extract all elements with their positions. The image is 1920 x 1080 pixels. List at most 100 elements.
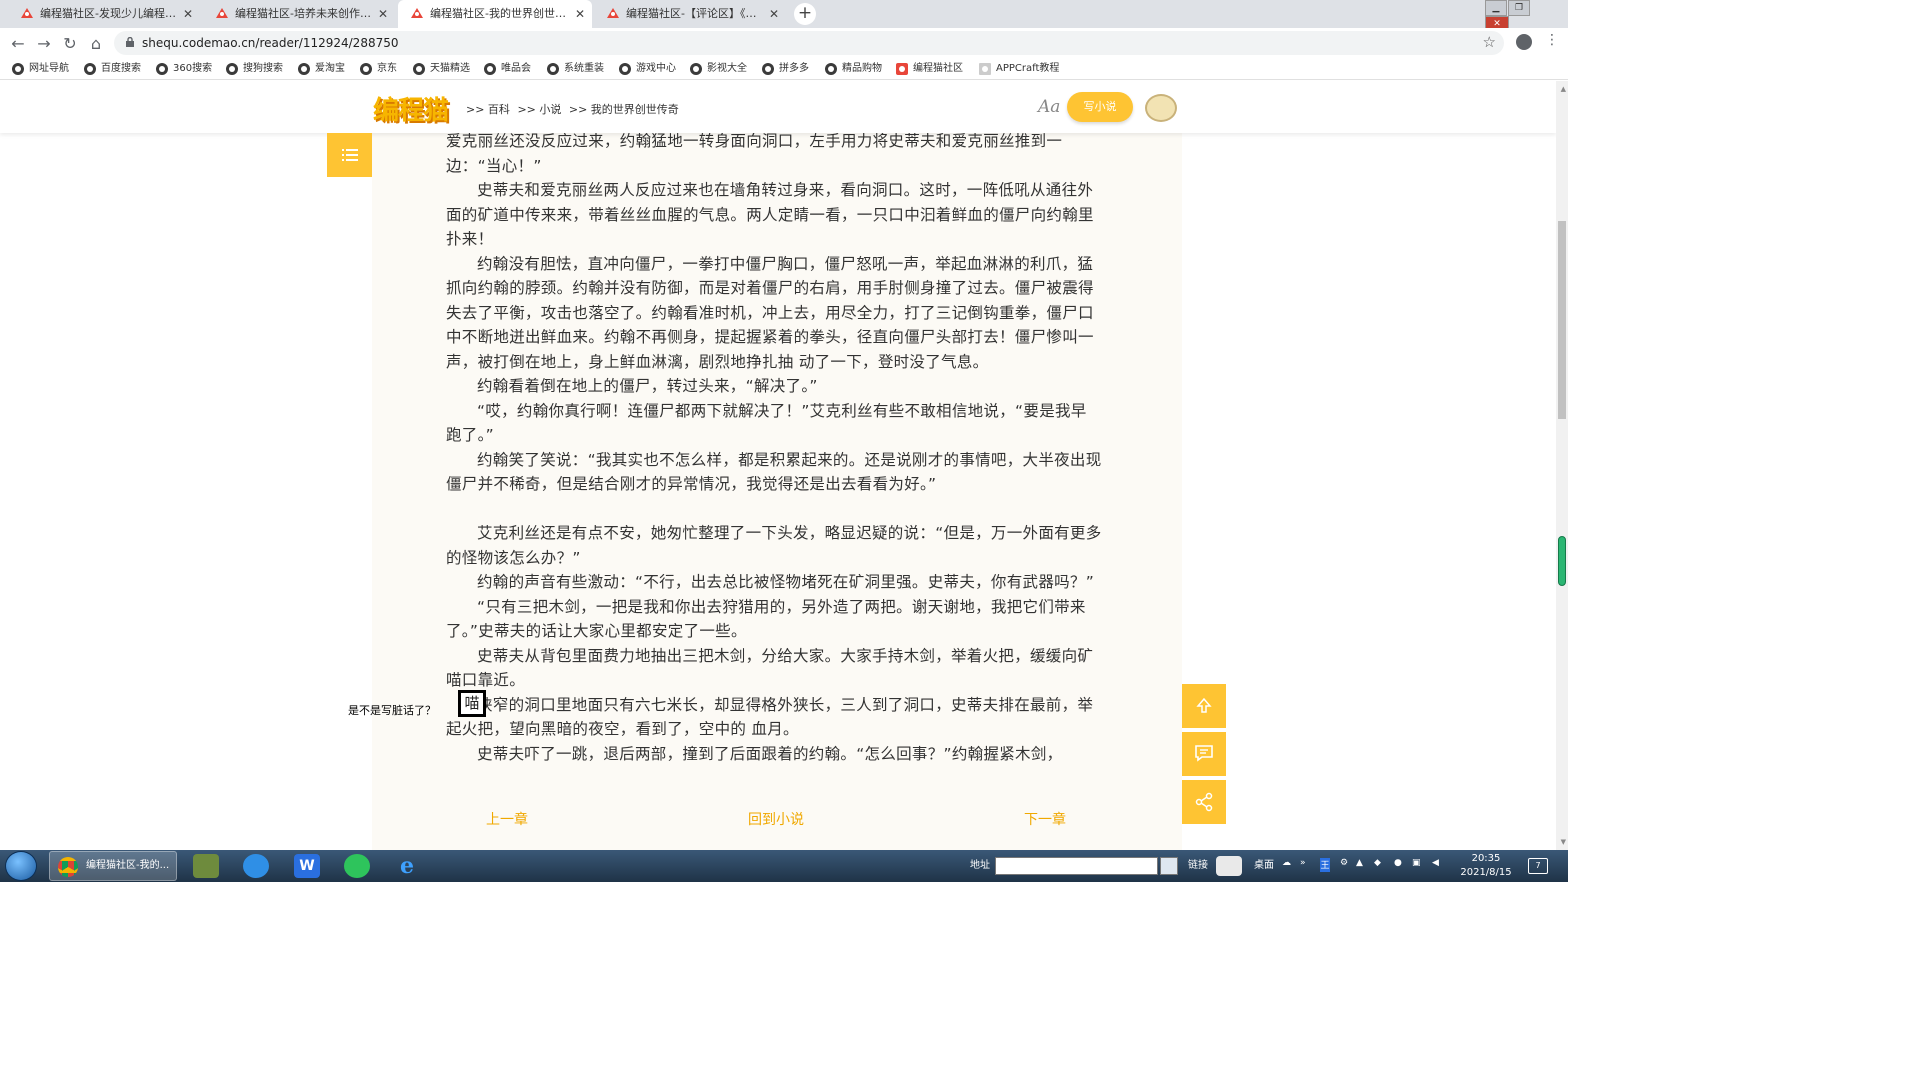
- minecraft-icon[interactable]: [193, 854, 219, 878]
- globe-icon: [298, 63, 310, 75]
- tab-close-icon[interactable]: ✕: [378, 0, 388, 28]
- paragraph: 约翰的声音有些激动：“不行，出去总比被怪物堵死在矿洞里强。史蒂夫，你有武器吗？”: [477, 573, 1095, 591]
- browser-tab-2[interactable]: 编程猫社区-培养未来创作者 - 首 ✕: [203, 0, 395, 28]
- bookmark-item[interactable]: 拼多多: [762, 58, 809, 80]
- page-viewport: 爱克丽丝还没反应过来，约翰猛地一转身面向洞口，左手用力将史蒂夫和爱克丽丝推到一边…: [0, 81, 1568, 850]
- tray-security-icon[interactable]: ●: [1394, 858, 1404, 872]
- bookmark-item[interactable]: 天猫精选: [413, 58, 470, 80]
- scroll-to-top-button[interactable]: [1182, 684, 1226, 728]
- paragraph: 约翰看着倒在地上的僵尸，转过头来，“解决了。”: [477, 377, 818, 395]
- bookmark-item[interactable]: 网址导航: [12, 58, 69, 80]
- forward-icon[interactable]: →: [34, 34, 54, 53]
- share-button[interactable]: [1182, 780, 1226, 824]
- go-icon[interactable]: [1160, 857, 1178, 875]
- tab-close-icon[interactable]: ✕: [183, 0, 193, 28]
- chapter-content: 爱克丽丝还没反应过来，约翰猛地一转身面向洞口，左手用力将史蒂夫和爱克丽丝推到一边…: [446, 129, 1102, 779]
- comment-button[interactable]: [1182, 732, 1226, 776]
- taskbar-address-input[interactable]: [995, 857, 1158, 875]
- maximize-icon[interactable]: ❐: [1508, 0, 1530, 16]
- table-of-contents-button[interactable]: [327, 133, 372, 177]
- start-button[interactable]: [5, 851, 37, 881]
- back-to-novel-link[interactable]: 回到小说: [748, 809, 804, 829]
- minimize-icon[interactable]: ▁: [1485, 0, 1507, 16]
- wechat-icon[interactable]: [344, 854, 370, 878]
- browser-tab-1[interactable]: 编程猫社区-发现少儿编程作品 ✕: [8, 0, 200, 28]
- paragraph: 狭窄的洞口里地面只有六七米长，却显得格外狭长，三人到了洞口，史蒂夫排在最前，举起…: [446, 695, 1094, 739]
- browser-tab-4[interactable]: 编程猫社区-【评论区】《我的世 ✕: [594, 0, 786, 28]
- scrollbar-thumb[interactable]: [1558, 221, 1566, 419]
- globe-icon: [84, 63, 96, 75]
- next-chapter-link[interactable]: 下一章: [1024, 809, 1066, 829]
- notification-center-icon[interactable]: 7: [1528, 858, 1548, 874]
- floating-widget-handle[interactable]: [1558, 536, 1566, 586]
- globe-icon: [156, 63, 168, 75]
- page-scrollbar[interactable]: ▲ ▼: [1556, 81, 1568, 850]
- taskbar-chrome-window[interactable]: 编程猫社区-我的...: [49, 851, 177, 881]
- ime-icon[interactable]: 王: [1320, 858, 1330, 872]
- bookmark-item[interactable]: 影视大全: [690, 58, 747, 80]
- prev-chapter-link[interactable]: 上一章: [486, 809, 528, 829]
- browser-tab-3-active[interactable]: 编程猫社区-我的世界创世传奇-小 ✕: [398, 0, 592, 28]
- home-icon[interactable]: ⌂: [86, 34, 106, 53]
- tab-title: 编程猫社区-我的世界创世传奇-小: [430, 7, 592, 20]
- bookmark-item[interactable]: 百度搜索: [84, 58, 141, 80]
- url-input[interactable]: shequ.codemao.cn/reader/112924/288750 ☆: [114, 31, 1504, 55]
- tray-expand-icon[interactable]: »: [1300, 858, 1310, 872]
- tray-settings-icon[interactable]: ⚙: [1340, 858, 1350, 872]
- breadcrumb-item[interactable]: >> 小说: [517, 103, 561, 116]
- page-icon: [979, 63, 991, 75]
- scroll-down-arrow-icon[interactable]: ▼: [1561, 838, 1566, 846]
- globe-icon: [547, 63, 559, 75]
- bookmark-item[interactable]: 精品购物: [825, 58, 882, 80]
- font-size-button[interactable]: Aa: [1038, 97, 1060, 117]
- scroll-up-arrow-icon[interactable]: ▲: [1561, 85, 1566, 93]
- new-tab-button[interactable]: +: [794, 3, 816, 25]
- tab-title: 编程猫社区-发现少儿编程作品: [40, 7, 187, 20]
- paragraph: 艾克利丝还是有点不安，她匆忙整理了一下头发，略显迟疑的说：“但是，万一外面有更多…: [446, 524, 1102, 567]
- bookmark-item[interactable]: 编程猫社区: [896, 58, 963, 80]
- tab-close-icon[interactable]: ✕: [575, 0, 585, 28]
- tray-weather-icon[interactable]: ☁: [1282, 858, 1292, 872]
- codemao-favicon-icon: [216, 8, 228, 18]
- os-taskbar: 编程猫社区-我的... W e 地址 链接 桌面 ☁ » 王 ⚙ ▲ ◆ ● ▣…: [0, 850, 1568, 882]
- chrome-icon: [58, 857, 78, 877]
- browser-menu-icon[interactable]: ⋮: [1545, 32, 1559, 48]
- codemao-favicon-icon: [607, 8, 619, 18]
- signature-pen-icon[interactable]: [1216, 856, 1242, 876]
- comment-icon: [1195, 745, 1213, 762]
- bookmark-item[interactable]: 京东: [360, 58, 397, 80]
- bookmark-item[interactable]: 360搜索: [156, 58, 212, 80]
- desktop-toolbar-label: 桌面: [1254, 860, 1274, 871]
- bookmark-item[interactable]: 游戏中心: [619, 58, 676, 80]
- system-clock[interactable]: 20:35 2021/8/15: [1456, 852, 1516, 880]
- internet-explorer-icon[interactable]: e: [394, 854, 420, 878]
- tab-title: 编程猫社区-【评论区】《我的世: [626, 7, 779, 20]
- lock-icon: [126, 37, 134, 47]
- account-icon[interactable]: [1516, 34, 1532, 50]
- bookmark-star-icon[interactable]: ☆: [1483, 33, 1496, 51]
- reload-icon[interactable]: ↻: [60, 34, 80, 53]
- arrow-up-icon: [1196, 697, 1212, 713]
- tray-app-icon[interactable]: ◆: [1374, 858, 1384, 872]
- breadcrumb-item[interactable]: >> 百科: [466, 103, 510, 116]
- wps-writer-icon[interactable]: W: [294, 854, 320, 878]
- bookmark-item[interactable]: APPCraft教程: [979, 58, 1059, 80]
- site-logo[interactable]: 编程猫: [373, 90, 449, 127]
- breadcrumb-item[interactable]: >> 我的世界创世传奇: [569, 103, 679, 116]
- tab-title: 编程猫社区-培养未来创作者 - 首: [235, 7, 393, 20]
- avatar[interactable]: [1145, 94, 1177, 122]
- volume-icon[interactable]: ◀: [1432, 858, 1442, 872]
- bookmark-item[interactable]: 搜狗搜索: [226, 58, 283, 80]
- codemao-favicon-icon: [896, 63, 908, 75]
- bookmark-item[interactable]: 唯品会: [484, 58, 531, 80]
- show-hidden-icons-icon[interactable]: ▲: [1356, 858, 1366, 872]
- back-icon[interactable]: ←: [8, 34, 28, 53]
- feishu-icon[interactable]: [243, 854, 269, 878]
- globe-icon: [413, 63, 425, 75]
- bookmark-item[interactable]: 系统重装: [547, 58, 604, 80]
- bookmark-item[interactable]: 爱淘宝: [298, 58, 345, 80]
- network-icon[interactable]: ▣: [1412, 858, 1422, 872]
- links-toolbar-label: 链接: [1188, 860, 1208, 871]
- write-novel-button[interactable]: 写小说: [1067, 92, 1133, 122]
- tab-close-icon[interactable]: ✕: [769, 0, 779, 28]
